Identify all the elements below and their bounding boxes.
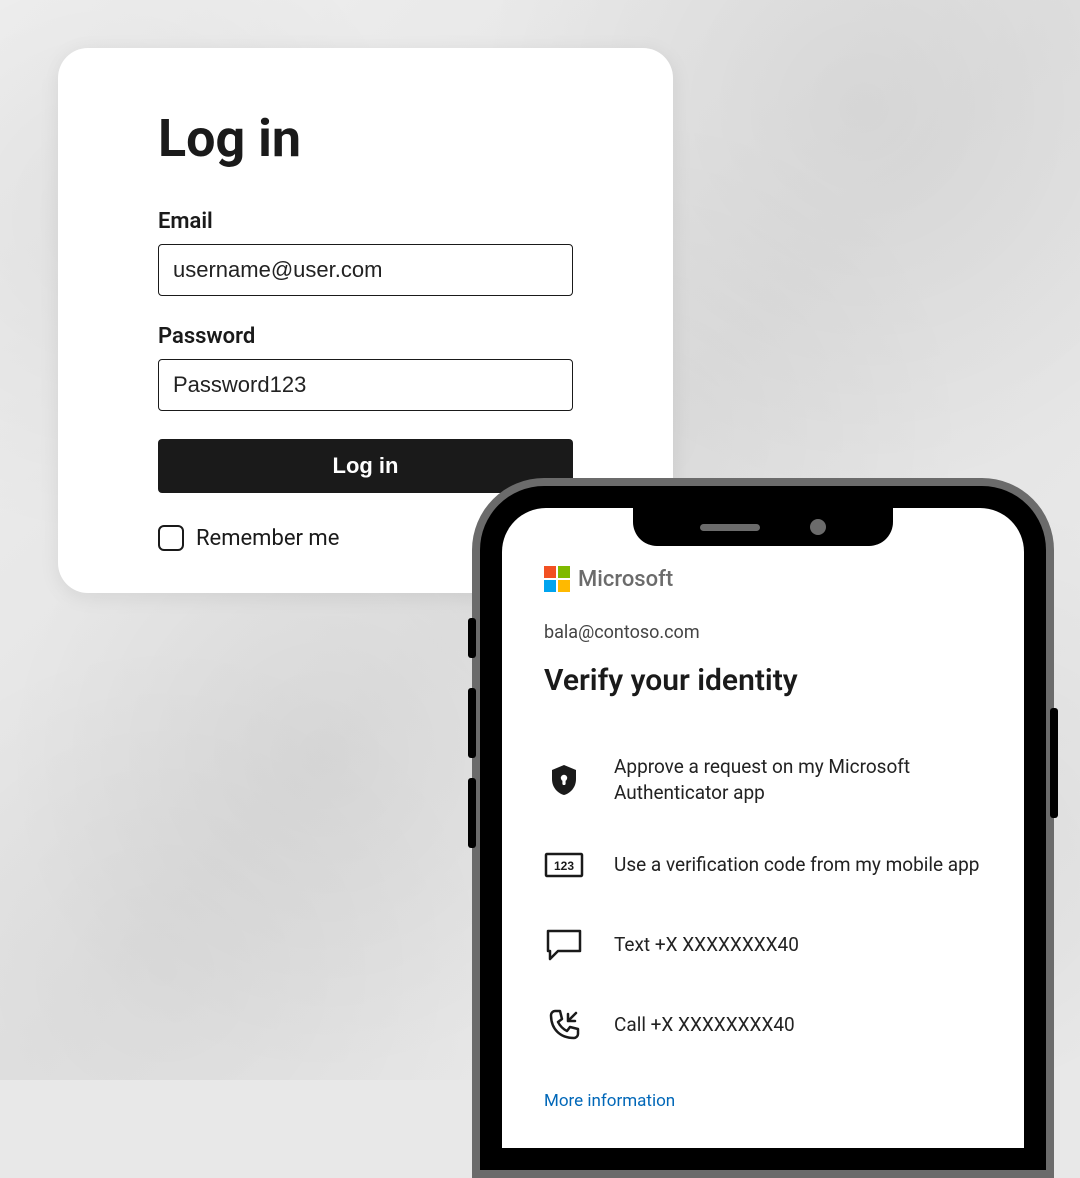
mfa-option-label: Approve a request on my Microsoft Authen… — [614, 754, 982, 805]
phone-bezel: Microsoft bala@contoso.com Verify your i… — [480, 486, 1046, 1170]
sms-icon — [544, 925, 584, 965]
email-label: Email — [158, 209, 573, 234]
phone-side-button — [468, 778, 476, 848]
svg-text:123: 123 — [554, 859, 574, 873]
mfa-option-label: Use a verification code from my mobile a… — [614, 852, 979, 878]
remember-me-checkbox[interactable] — [158, 525, 184, 551]
mfa-option-authenticator[interactable]: Approve a request on my Microsoft Authen… — [544, 734, 982, 825]
email-field[interactable] — [158, 244, 573, 296]
remember-me-label: Remember me — [196, 526, 339, 551]
password-label: Password — [158, 324, 573, 349]
mfa-option-code[interactable]: 123 Use a verification code from my mobi… — [544, 825, 982, 905]
microsoft-brand: Microsoft — [544, 566, 982, 592]
phone-side-button — [1050, 708, 1058, 818]
verify-identity-title: Verify your identity — [544, 663, 982, 698]
login-title: Log in — [158, 108, 573, 169]
mfa-option-call[interactable]: Call +X XXXXXXXX40 — [544, 985, 982, 1065]
phone-mockup: Microsoft bala@contoso.com Verify your i… — [472, 478, 1054, 1178]
camera-icon — [810, 519, 826, 535]
mfa-panel: Microsoft bala@contoso.com Verify your i… — [502, 508, 1024, 1131]
mfa-option-text[interactable]: Text +X XXXXXXXX40 — [544, 905, 982, 985]
mfa-option-label: Call +X XXXXXXXX40 — [614, 1012, 795, 1038]
lock-shield-icon — [544, 760, 584, 800]
code-123-icon: 123 — [544, 845, 584, 885]
more-information-link[interactable]: More information — [544, 1091, 982, 1111]
phone-notch — [633, 508, 893, 546]
phone-call-icon — [544, 1005, 584, 1045]
password-field[interactable] — [158, 359, 573, 411]
mfa-option-label: Text +X XXXXXXXX40 — [614, 932, 799, 958]
account-email: bala@contoso.com — [544, 622, 982, 643]
microsoft-logo-icon — [544, 566, 570, 592]
microsoft-brand-text: Microsoft — [578, 567, 673, 592]
speaker-icon — [700, 524, 760, 531]
phone-side-button — [468, 688, 476, 758]
phone-screen: Microsoft bala@contoso.com Verify your i… — [502, 508, 1024, 1148]
phone-side-button — [468, 618, 476, 658]
